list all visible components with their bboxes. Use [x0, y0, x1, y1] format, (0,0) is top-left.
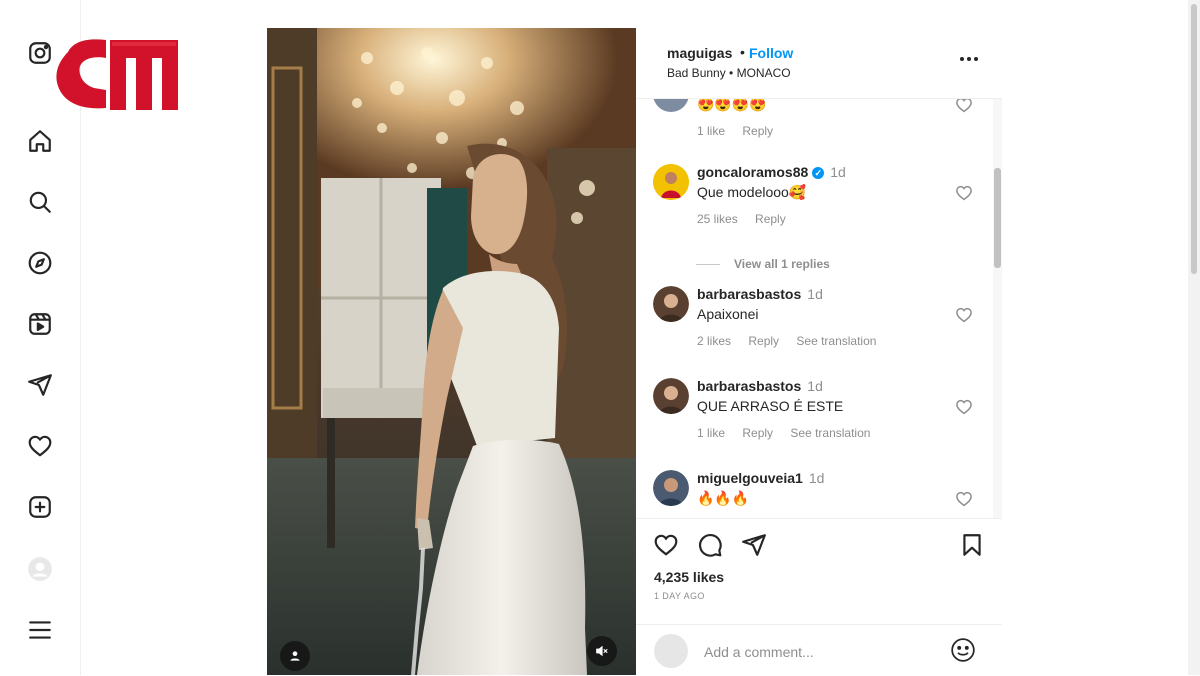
avatar[interactable]: [653, 286, 689, 322]
view-replies-button[interactable]: View all 1 replies: [696, 257, 830, 271]
search-icon[interactable]: [24, 186, 56, 218]
reply-button[interactable]: Reply: [742, 124, 773, 138]
muted-speaker-icon: [596, 645, 608, 657]
comment-meta: 1 like Reply See translation: [697, 426, 884, 440]
list-item: goncaloramos88 ✓ 1d Que modelooo🥰 25 likes…: [653, 164, 973, 228]
header-separator: •: [740, 44, 745, 60]
cm-logo: [56, 39, 178, 110]
comment-meta: 25 likes Reply: [697, 212, 800, 226]
home-icon[interactable]: [24, 125, 56, 157]
like-comment-heart-icon[interactable]: [955, 184, 973, 202]
comment-meta: 2 likes Reply See translation: [697, 334, 890, 348]
video-frame: [267, 28, 636, 675]
see-translation-button[interactable]: See translation: [790, 426, 870, 440]
post-audio-location[interactable]: Bad Bunny • MONACO: [667, 66, 791, 80]
more-options-button[interactable]: [960, 52, 982, 66]
comment-meta: 1 like Reply: [697, 124, 787, 138]
comments-list[interactable]: 😍😍😍😍 1 like Reply goncaloramos88 ✓ 1d Que …: [636, 98, 1002, 518]
comment-text: 😍😍😍😍: [697, 98, 767, 112]
list-item: barbarasbastos 1d QUE ARRASO É ESTE 1 lik…: [653, 378, 973, 442]
menu-icon[interactable]: [24, 614, 56, 646]
reels-icon[interactable]: [24, 308, 56, 340]
mute-button[interactable]: [587, 636, 617, 666]
create-icon[interactable]: [24, 491, 56, 523]
explore-icon[interactable]: [24, 247, 56, 279]
avatar[interactable]: [653, 378, 689, 414]
comment-username[interactable]: barbarasbastos 1d: [697, 378, 823, 394]
comment-username[interactable]: barbarasbastos 1d: [697, 286, 823, 302]
comment-button[interactable]: [696, 531, 724, 559]
see-translation-button[interactable]: See translation: [796, 334, 876, 348]
comment-username[interactable]: miguelgouveia1 1d: [697, 470, 824, 486]
post-timestamp: 1 DAY AGO: [654, 591, 705, 601]
page-scrollbar[interactable]: [1188, 0, 1200, 675]
list-item: 😍😍😍😍 1 like Reply: [653, 98, 973, 138]
post-actions: [636, 518, 1002, 569]
avatar[interactable]: [653, 98, 689, 112]
comment-input[interactable]: [702, 639, 926, 665]
comments-scrollbar[interactable]: [993, 98, 1002, 518]
comment-text: Que modelooo🥰: [697, 184, 807, 200]
messages-icon[interactable]: [24, 369, 56, 401]
user-tag-icon: [290, 651, 300, 661]
emoji-icon[interactable]: [950, 637, 976, 663]
avatar[interactable]: [653, 164, 689, 200]
like-comment-heart-icon[interactable]: [955, 98, 973, 114]
profile-icon[interactable]: [24, 553, 56, 585]
likes-count[interactable]: 4,235 likes: [654, 569, 724, 585]
comment-likes[interactable]: 1 like: [697, 124, 725, 138]
comment-username[interactable]: goncaloramos88 ✓ 1d: [697, 164, 846, 180]
comment-icon: [699, 534, 722, 557]
like-button[interactable]: [652, 531, 680, 559]
follow-button[interactable]: Follow: [749, 45, 793, 61]
page-scrollbar-thumb[interactable]: [1191, 4, 1197, 274]
reply-button[interactable]: Reply: [748, 334, 779, 348]
reply-button[interactable]: Reply: [742, 426, 773, 440]
like-comment-heart-icon[interactable]: [955, 398, 973, 416]
post-username[interactable]: maguigas: [667, 45, 732, 61]
comment-likes[interactable]: 1 like: [697, 426, 725, 440]
share-icon: [742, 534, 766, 556]
comment-text: QUE ARRASO É ESTE: [697, 398, 844, 414]
tagged-users-button[interactable]: [280, 641, 310, 671]
list-item: miguelgouveia1 1d 🔥🔥🔥: [653, 470, 973, 518]
post-header: maguigas • Follow Bad Bunny • MONACO: [636, 28, 1002, 99]
like-comment-heart-icon[interactable]: [955, 490, 973, 508]
like-comment-heart-icon[interactable]: [955, 306, 973, 324]
share-button[interactable]: [740, 531, 768, 559]
post-media[interactable]: [267, 28, 636, 675]
bookmark-icon: [963, 534, 981, 556]
save-button[interactable]: [958, 531, 986, 559]
avatar: [654, 634, 688, 668]
comments-scrollbar-thumb[interactable]: [994, 168, 1001, 268]
comment-likes[interactable]: 2 likes: [697, 334, 731, 348]
reply-button[interactable]: Reply: [755, 212, 786, 226]
comment-text: Apaixonei: [697, 306, 759, 322]
comment-likes[interactable]: 25 likes: [697, 212, 738, 226]
notifications-icon[interactable]: [24, 430, 56, 462]
instagram-icon[interactable]: [24, 37, 56, 69]
post-details-panel: maguigas • Follow Bad Bunny • MONACO 😍😍😍…: [636, 28, 1002, 675]
comment-text: 🔥🔥🔥: [697, 490, 750, 506]
heart-icon: [654, 534, 678, 556]
verified-badge-icon: ✓: [812, 167, 825, 180]
list-item: barbarasbastos 1d Apaixonei 2 likes Reply…: [653, 286, 973, 350]
add-comment-bar: [636, 624, 1002, 676]
avatar[interactable]: [653, 470, 689, 506]
